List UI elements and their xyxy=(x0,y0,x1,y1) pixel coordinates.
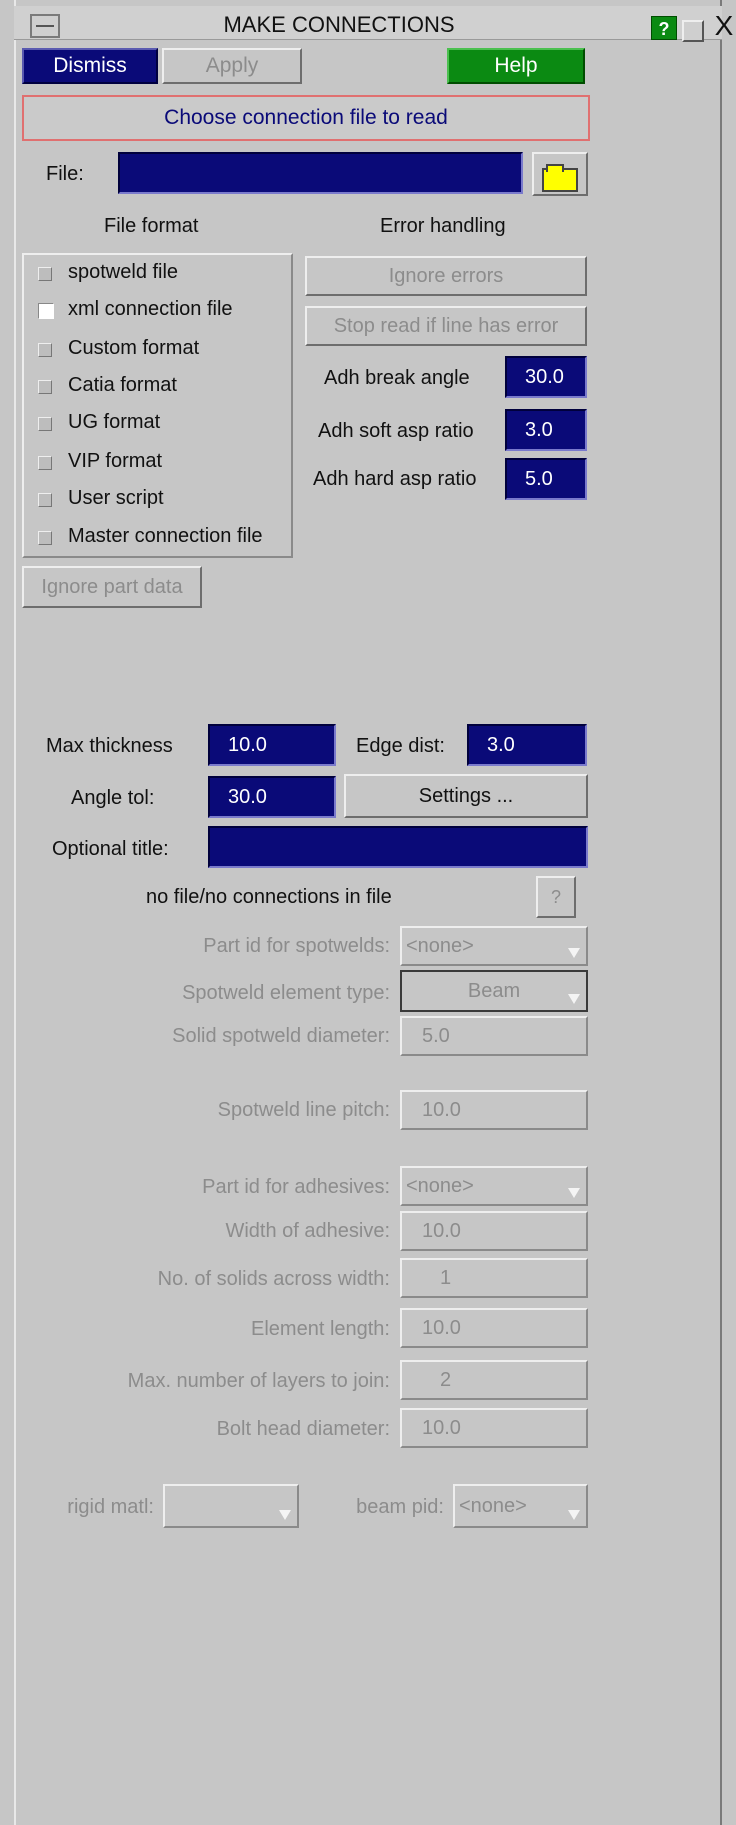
checkbox[interactable] xyxy=(38,417,52,431)
file-label: File: xyxy=(46,163,84,185)
format-label: Catia format xyxy=(68,374,177,396)
format-label: Master connection file xyxy=(68,525,263,547)
adhesive-width-label: Width of adhesive: xyxy=(225,1220,390,1242)
beam-pid-label: beam pid: xyxy=(356,1496,444,1518)
checkbox[interactable] xyxy=(38,531,52,545)
format-option-user-script[interactable]: User script xyxy=(38,486,288,518)
title-bar: MAKE CONNECTIONS ? X xyxy=(14,6,733,42)
max-layers-label: Max. number of layers to join: xyxy=(127,1370,390,1392)
window-title: MAKE CONNECTIONS xyxy=(223,12,455,37)
file-format-heading: File format xyxy=(104,215,199,237)
file-input[interactable] xyxy=(118,152,523,194)
chevron-down-icon xyxy=(568,1188,580,1198)
spotweld-type-value: Beam xyxy=(467,980,521,1002)
adh-soft-asp-label: Adh soft asp ratio xyxy=(318,420,474,442)
browse-button[interactable] xyxy=(532,152,588,196)
format-option-catia[interactable]: Catia format xyxy=(38,373,288,405)
settings-button[interactable]: Settings ... xyxy=(344,774,588,818)
status-help-button[interactable]: ? xyxy=(536,876,576,918)
ignore-part-data-button[interactable]: Ignore part data xyxy=(22,566,202,608)
part-id-spotwelds-value: <none> xyxy=(406,935,474,957)
angle-tol-label: Angle tol: xyxy=(71,787,155,809)
angle-tol-input[interactable]: 30.0 xyxy=(208,776,336,818)
format-option-spotweld[interactable]: spotweld file xyxy=(38,260,288,292)
checkbox[interactable] xyxy=(38,303,54,319)
solids-across-label: No. of solids across width: xyxy=(157,1268,390,1290)
ignore-errors-button[interactable]: Ignore errors xyxy=(305,256,587,296)
format-option-master[interactable]: Master connection file xyxy=(38,524,288,556)
adhesive-width-field[interactable]: 10.0 xyxy=(400,1211,588,1251)
part-id-adhesives-label: Part id for adhesives: xyxy=(202,1176,390,1198)
format-option-ug[interactable]: UG format xyxy=(38,410,288,442)
edge-dist-input[interactable]: 3.0 xyxy=(467,724,587,766)
checkbox[interactable] xyxy=(38,493,52,507)
bolt-head-diameter-field[interactable]: 10.0 xyxy=(400,1408,588,1448)
adh-hard-asp-label: Adh hard asp ratio xyxy=(313,468,477,490)
status-text: no file/no connections in file xyxy=(146,886,392,908)
checkbox[interactable] xyxy=(38,456,52,470)
element-length-label: Element length: xyxy=(251,1318,390,1340)
element-length-field[interactable]: 10.0 xyxy=(400,1308,588,1348)
part-id-adhesives-select[interactable]: <none> xyxy=(400,1166,588,1206)
max-thickness-input[interactable]: 10.0 xyxy=(208,724,336,766)
adh-break-angle-label: Adh break angle xyxy=(324,367,470,389)
format-label: User script xyxy=(68,487,164,509)
solids-across-field[interactable]: 1 xyxy=(400,1258,588,1298)
format-label: spotweld file xyxy=(68,261,179,283)
chevron-down-icon xyxy=(568,948,580,958)
optional-title-input[interactable] xyxy=(208,826,588,868)
format-label: xml connection file xyxy=(68,298,233,320)
apply-button[interactable]: Apply xyxy=(162,48,302,84)
format-label: VIP format xyxy=(68,450,163,472)
adh-hard-asp-input[interactable]: 5.0 xyxy=(505,458,587,500)
checkbox[interactable] xyxy=(38,343,52,357)
folder-icon xyxy=(542,164,578,192)
stop-read-button[interactable]: Stop read if line has error xyxy=(305,306,587,346)
error-handling-heading: Error handling xyxy=(380,215,506,237)
dismiss-button[interactable]: Dismiss xyxy=(22,48,158,84)
beam-pid-value: <none> xyxy=(459,1495,527,1517)
prompt-banner: Choose connection file to read xyxy=(22,95,590,141)
format-label: Custom format xyxy=(68,337,200,359)
optional-title-label: Optional title: xyxy=(52,838,169,860)
solid-diameter-field[interactable]: 5.0 xyxy=(400,1016,588,1056)
adh-soft-asp-input[interactable]: 3.0 xyxy=(505,409,587,451)
adh-break-angle-input[interactable]: 30.0 xyxy=(505,356,587,398)
line-pitch-label: Spotweld line pitch: xyxy=(217,1099,390,1121)
max-thickness-label: Max thickness xyxy=(46,735,173,757)
line-pitch-field[interactable]: 10.0 xyxy=(400,1090,588,1130)
rigid-matl-label: rigid matl: xyxy=(67,1496,154,1518)
format-option-vip[interactable]: VIP format xyxy=(38,449,288,481)
chevron-down-icon xyxy=(568,1510,580,1520)
help-button[interactable]: Help xyxy=(447,48,585,84)
beam-pid-select[interactable]: <none> xyxy=(453,1484,588,1528)
part-id-adhesives-value: <none> xyxy=(406,1175,474,1197)
spotweld-type-label: Spotweld element type: xyxy=(182,982,390,1004)
part-id-spotwelds-select[interactable]: <none> xyxy=(400,926,588,966)
format-option-custom[interactable]: Custom format xyxy=(38,336,288,368)
chevron-down-icon xyxy=(568,994,580,1004)
bolt-head-diameter-label: Bolt head diameter: xyxy=(216,1418,390,1440)
checkbox[interactable] xyxy=(38,267,52,281)
title-help-button[interactable]: ? xyxy=(651,16,677,40)
spotweld-type-select[interactable]: Beam xyxy=(400,970,588,1012)
chevron-down-icon xyxy=(279,1510,291,1520)
minimize-icon[interactable] xyxy=(682,20,704,42)
format-label: UG format xyxy=(68,411,161,433)
max-layers-field[interactable]: 2 xyxy=(400,1360,588,1400)
rigid-matl-select[interactable] xyxy=(163,1484,299,1528)
close-icon[interactable]: X xyxy=(710,10,736,42)
part-id-spotwelds-label: Part id for spotwelds: xyxy=(203,935,390,957)
edge-dist-label: Edge dist: xyxy=(356,735,445,757)
solid-diameter-label: Solid spotweld diameter: xyxy=(172,1025,390,1047)
checkbox[interactable] xyxy=(38,380,52,394)
format-option-xml[interactable]: xml connection file xyxy=(38,297,288,329)
